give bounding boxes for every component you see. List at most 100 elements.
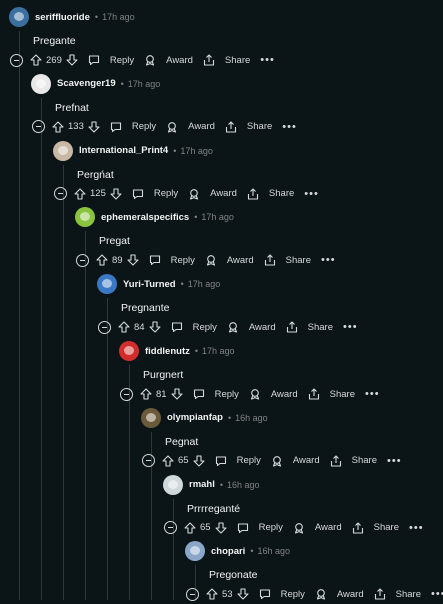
- comment-header: International_Print4 • 17h ago: [53, 139, 213, 163]
- avatar[interactable]: [97, 274, 117, 295]
- timestamp[interactable]: 17h ago: [188, 279, 221, 289]
- avatar[interactable]: [119, 341, 139, 361]
- share-button[interactable]: Share: [330, 455, 377, 467]
- share-button[interactable]: Share: [374, 588, 421, 600]
- share-button[interactable]: Share: [264, 254, 311, 266]
- more-options-button[interactable]: •••: [365, 388, 380, 400]
- collapse-button[interactable]: [120, 387, 133, 401]
- reply-button[interactable]: Reply: [193, 388, 239, 400]
- timestamp[interactable]: 16h ago: [235, 413, 268, 423]
- reply-button[interactable]: Reply: [237, 522, 283, 534]
- award-button[interactable]: Award: [205, 254, 254, 266]
- timestamp[interactable]: 17h ago: [128, 79, 161, 89]
- more-options-button[interactable]: •••: [321, 254, 336, 266]
- upvote-icon[interactable]: [52, 121, 64, 133]
- timestamp[interactable]: 17h ago: [202, 346, 235, 356]
- downvote-icon[interactable]: [171, 388, 183, 400]
- avatar[interactable]: [185, 541, 205, 562]
- award-button[interactable]: Award: [188, 188, 237, 200]
- avatar[interactable]: [141, 407, 161, 428]
- award-button[interactable]: Award: [293, 522, 342, 534]
- share-button[interactable]: Share: [352, 522, 399, 534]
- reply-button[interactable]: Reply: [215, 455, 261, 467]
- reply-button[interactable]: Reply: [88, 54, 134, 66]
- upvote-icon[interactable]: [162, 455, 174, 467]
- downvote-icon[interactable]: [88, 121, 100, 133]
- avatar[interactable]: [31, 73, 51, 94]
- award-button[interactable]: Award: [144, 54, 193, 66]
- username[interactable]: olympianfap: [167, 412, 223, 423]
- downvote-icon[interactable]: [66, 54, 78, 66]
- upvote-icon[interactable]: [118, 321, 130, 333]
- share-button[interactable]: Share: [203, 54, 250, 66]
- thread-line[interactable]: [19, 31, 20, 600]
- award-button[interactable]: Award: [271, 455, 320, 467]
- downvote-icon[interactable]: [149, 321, 161, 333]
- share-button[interactable]: Share: [308, 388, 355, 400]
- username[interactable]: rmahl: [189, 479, 215, 490]
- upvote-icon[interactable]: [206, 588, 218, 600]
- reply-button[interactable]: Reply: [110, 121, 156, 133]
- more-options-button[interactable]: •••: [304, 188, 319, 200]
- downvote-icon[interactable]: [127, 254, 139, 266]
- downvote-icon[interactable]: [110, 188, 122, 200]
- avatar[interactable]: [53, 140, 73, 161]
- more-options-button[interactable]: •••: [343, 321, 358, 333]
- thread-line[interactable]: [173, 498, 174, 600]
- upvote-icon[interactable]: [140, 388, 152, 400]
- collapse-button[interactable]: [54, 187, 67, 201]
- username[interactable]: Scavenger19: [57, 78, 116, 89]
- collapse-button[interactable]: [76, 253, 89, 267]
- avatar[interactable]: [75, 207, 95, 228]
- reply-button[interactable]: Reply: [171, 321, 217, 333]
- thread-line[interactable]: [63, 164, 64, 600]
- downvote-icon[interactable]: [215, 522, 227, 534]
- username[interactable]: seriffluoride: [35, 12, 90, 23]
- reply-button[interactable]: Reply: [149, 254, 195, 266]
- more-options-button[interactable]: •••: [387, 455, 402, 467]
- comment-header: rmahl • 16h ago: [163, 473, 260, 497]
- timestamp[interactable]: 17h ago: [201, 212, 234, 222]
- upvote-icon[interactable]: [30, 54, 42, 66]
- share-button[interactable]: Share: [247, 188, 294, 200]
- collapse-button[interactable]: [98, 320, 111, 334]
- downvote-icon[interactable]: [237, 588, 249, 600]
- collapse-button[interactable]: [164, 521, 177, 535]
- more-options-button[interactable]: •••: [431, 588, 443, 600]
- comment-text: Pegnat: [165, 435, 199, 448]
- collapse-button[interactable]: [10, 53, 23, 67]
- timestamp[interactable]: 16h ago: [257, 546, 290, 556]
- award-button[interactable]: Award: [227, 321, 276, 333]
- thread-line[interactable]: [41, 97, 42, 600]
- reply-button[interactable]: Reply: [132, 188, 178, 200]
- award-button[interactable]: Award: [315, 588, 364, 600]
- downvote-icon[interactable]: [193, 455, 205, 467]
- username[interactable]: fiddlenutz: [145, 346, 190, 357]
- reply-button[interactable]: Reply: [259, 588, 305, 600]
- timestamp[interactable]: 17h ago: [180, 146, 213, 156]
- upvote-icon[interactable]: [74, 188, 86, 200]
- timestamp[interactable]: 16h ago: [227, 480, 260, 490]
- avatar[interactable]: [163, 474, 183, 495]
- award-button[interactable]: Award: [249, 388, 298, 400]
- share-button[interactable]: Share: [286, 321, 333, 333]
- thread-line[interactable]: [107, 298, 108, 600]
- collapse-button[interactable]: [32, 120, 45, 134]
- username[interactable]: Yuri-Turned: [123, 279, 176, 290]
- username[interactable]: chopari: [211, 546, 245, 557]
- upvote-icon[interactable]: [184, 522, 196, 534]
- award-button[interactable]: Award: [166, 121, 215, 133]
- more-options-button[interactable]: •••: [409, 522, 424, 534]
- collapse-button[interactable]: [142, 454, 155, 468]
- more-options-button[interactable]: •••: [282, 121, 297, 133]
- collapse-button[interactable]: [186, 587, 199, 601]
- username[interactable]: ephemeralspecifics: [101, 212, 189, 223]
- username[interactable]: International_Print4: [79, 145, 168, 156]
- avatar[interactable]: [9, 7, 29, 27]
- timestamp[interactable]: 17h ago: [102, 12, 135, 22]
- more-options-button[interactable]: •••: [260, 54, 275, 66]
- share-button[interactable]: Share: [225, 121, 272, 133]
- upvote-icon[interactable]: [96, 254, 108, 266]
- thread-line[interactable]: [85, 231, 86, 600]
- comment-header: chopari • 16h ago: [185, 539, 290, 563]
